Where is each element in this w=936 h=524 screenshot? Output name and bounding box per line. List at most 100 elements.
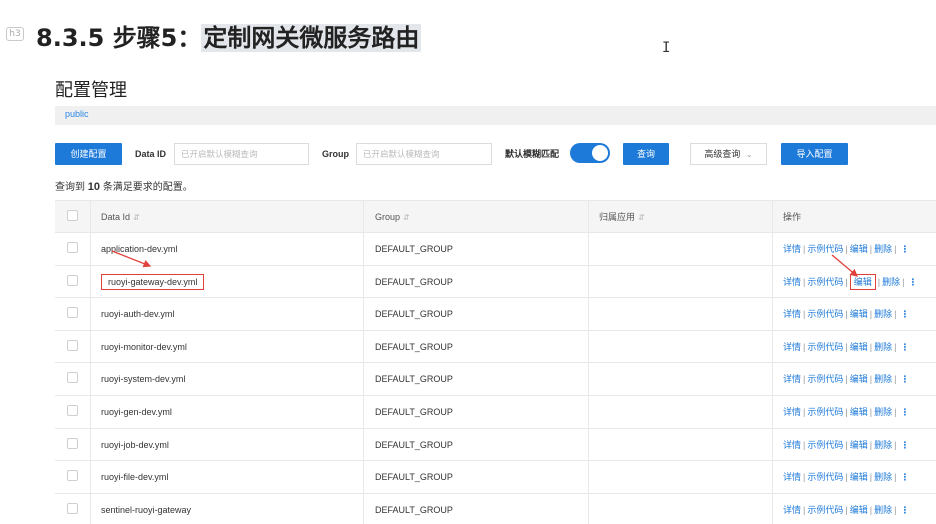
more-options-icon[interactable]: ⋮	[900, 407, 909, 417]
delete-link[interactable]: 删除	[874, 472, 892, 482]
more-options-icon[interactable]: ⋮	[900, 472, 909, 482]
delete-link[interactable]: 删除	[874, 505, 892, 515]
edit-link[interactable]: 编辑	[850, 472, 868, 482]
row-data-id: application-dev.yml	[90, 233, 363, 265]
query-button[interactable]: 查询	[623, 143, 669, 165]
data-id-text: ruoyi-auth-dev.yml	[101, 309, 175, 320]
ops-separator: |	[894, 309, 897, 320]
edit-link[interactable]: 编辑	[850, 244, 868, 254]
fuzzy-match-toggle[interactable]	[570, 143, 610, 163]
table-row: ruoyi-gateway-dev.yml DEFAULT_GROUP 详情 | 示…	[55, 265, 936, 299]
delete-link[interactable]: 删除	[874, 244, 892, 254]
row-checkbox-cell	[55, 494, 90, 524]
header-group[interactable]: Group ⇵	[363, 201, 588, 232]
row-checkbox-cell	[55, 298, 90, 330]
edit-link[interactable]: 编辑	[850, 374, 868, 384]
row-checkbox-cell	[55, 233, 90, 265]
ops-separator: |	[902, 276, 905, 287]
sample-code-link[interactable]: 示例代码	[807, 472, 843, 482]
sample-code-link[interactable]: 示例代码	[807, 342, 843, 352]
detail-link[interactable]: 详情	[783, 277, 801, 287]
ops-separator: |	[869, 504, 873, 515]
sample-code-link[interactable]: 示例代码	[807, 309, 843, 319]
delete-link[interactable]: 删除	[874, 407, 892, 417]
row-checkbox[interactable]	[67, 470, 78, 482]
select-all-checkbox[interactable]	[67, 210, 78, 221]
table-row: ruoyi-auth-dev.yml DEFAULT_GROUP 详情 | 示例代码…	[55, 298, 936, 331]
edit-link[interactable]: 编辑	[849, 273, 876, 290]
ops-separator: |	[845, 276, 848, 287]
row-checkbox[interactable]	[67, 437, 78, 449]
detail-link[interactable]: 详情	[783, 244, 801, 254]
sample-code-link[interactable]: 示例代码	[807, 244, 843, 254]
ops-separator: |	[845, 439, 848, 450]
row-checkbox[interactable]	[67, 307, 78, 319]
ops-separator: |	[803, 504, 806, 515]
group-label: Group	[322, 149, 349, 159]
ops-separator: |	[894, 439, 897, 450]
import-config-button[interactable]: 导入配置	[781, 143, 848, 165]
page: h3 8.3.5 步骤5：定制网关微服务路由 I 配置管理 public 创建配…	[0, 0, 936, 524]
more-options-icon[interactable]: ⋮	[900, 374, 909, 384]
heading-highlight: 定制网关微服务路由	[201, 24, 422, 52]
sample-code-link[interactable]: 示例代码	[807, 374, 843, 384]
row-data-id: ruoyi-monitor-dev.yml	[90, 330, 363, 363]
group-input[interactable]: 已开启默认模糊查询	[356, 143, 492, 165]
sample-code-link[interactable]: 示例代码	[807, 505, 843, 515]
row-checkbox-cell	[55, 331, 90, 363]
edit-link[interactable]: 编辑	[850, 342, 868, 352]
data-id-label: Data ID	[135, 149, 167, 159]
delete-link[interactable]: 删除	[882, 277, 900, 287]
chevron-down-icon: ⌄	[745, 150, 753, 159]
detail-link[interactable]: 详情	[783, 342, 801, 352]
sample-code-link[interactable]: 示例代码	[807, 277, 843, 287]
more-options-icon[interactable]: ⋮	[900, 505, 909, 515]
data-id-input[interactable]: 已开启默认模糊查询	[174, 143, 309, 165]
edit-link[interactable]: 编辑	[850, 440, 868, 450]
detail-link[interactable]: 详情	[783, 309, 801, 319]
row-checkbox[interactable]	[67, 339, 78, 351]
row-checkbox-cell	[55, 363, 90, 395]
ops-separator: |	[803, 244, 806, 254]
ops-separator: |	[894, 504, 897, 515]
delete-link[interactable]: 删除	[874, 309, 892, 319]
data-id-text: ruoyi-file-dev.yml	[101, 472, 169, 483]
sample-code-link[interactable]: 示例代码	[807, 407, 843, 417]
sample-code-link[interactable]: 示例代码	[807, 440, 843, 450]
sort-icon[interactable]: ⇵	[638, 213, 645, 222]
advanced-query-button[interactable]: 高级查询 ⌄	[690, 143, 767, 165]
result-count: 查询到 10 条满足要求的配置。	[55, 178, 193, 193]
detail-link[interactable]: 详情	[783, 407, 801, 417]
delete-link[interactable]: 删除	[874, 342, 892, 352]
delete-link[interactable]: 删除	[874, 374, 892, 384]
table-row: ruoyi-file-dev.yml DEFAULT_GROUP 详情 | 示例代码…	[55, 461, 936, 494]
more-options-icon[interactable]: ⋮	[900, 244, 909, 254]
create-config-button[interactable]: 创建配置	[55, 143, 122, 165]
sort-icon[interactable]: ⇵	[133, 213, 140, 222]
more-options-icon[interactable]: ⋮	[908, 277, 917, 287]
row-checkbox[interactable]	[67, 242, 78, 253]
detail-link[interactable]: 详情	[783, 505, 801, 515]
row-checkbox[interactable]	[67, 372, 78, 384]
more-options-icon[interactable]: ⋮	[900, 440, 909, 450]
more-options-icon[interactable]: ⋮	[900, 309, 909, 319]
detail-link[interactable]: 详情	[783, 374, 801, 384]
edit-link[interactable]: 编辑	[850, 309, 868, 319]
doc-heading: 8.3.5 步骤5：定制网关微服务路由	[36, 20, 422, 56]
namespace-tab-public[interactable]: public	[65, 109, 89, 119]
edit-link[interactable]: 编辑	[850, 407, 868, 417]
row-checkbox[interactable]	[67, 502, 78, 514]
row-checkbox[interactable]	[67, 404, 78, 416]
detail-link[interactable]: 详情	[783, 440, 801, 450]
header-app[interactable]: 归属应用 ⇵	[588, 201, 772, 232]
edit-link[interactable]: 编辑	[850, 505, 868, 515]
delete-link[interactable]: 删除	[874, 440, 892, 450]
row-group: DEFAULT_GROUP	[363, 428, 588, 461]
table-row: ruoyi-job-dev.yml DEFAULT_GROUP 详情 | 示例代码 |…	[55, 428, 936, 462]
detail-link[interactable]: 详情	[783, 472, 801, 482]
header-data-id[interactable]: Data Id ⇵	[90, 201, 363, 232]
row-checkbox[interactable]	[67, 274, 78, 286]
ops-separator: |	[845, 472, 848, 483]
sort-icon[interactable]: ⇵	[403, 213, 410, 222]
more-options-icon[interactable]: ⋮	[900, 342, 909, 352]
